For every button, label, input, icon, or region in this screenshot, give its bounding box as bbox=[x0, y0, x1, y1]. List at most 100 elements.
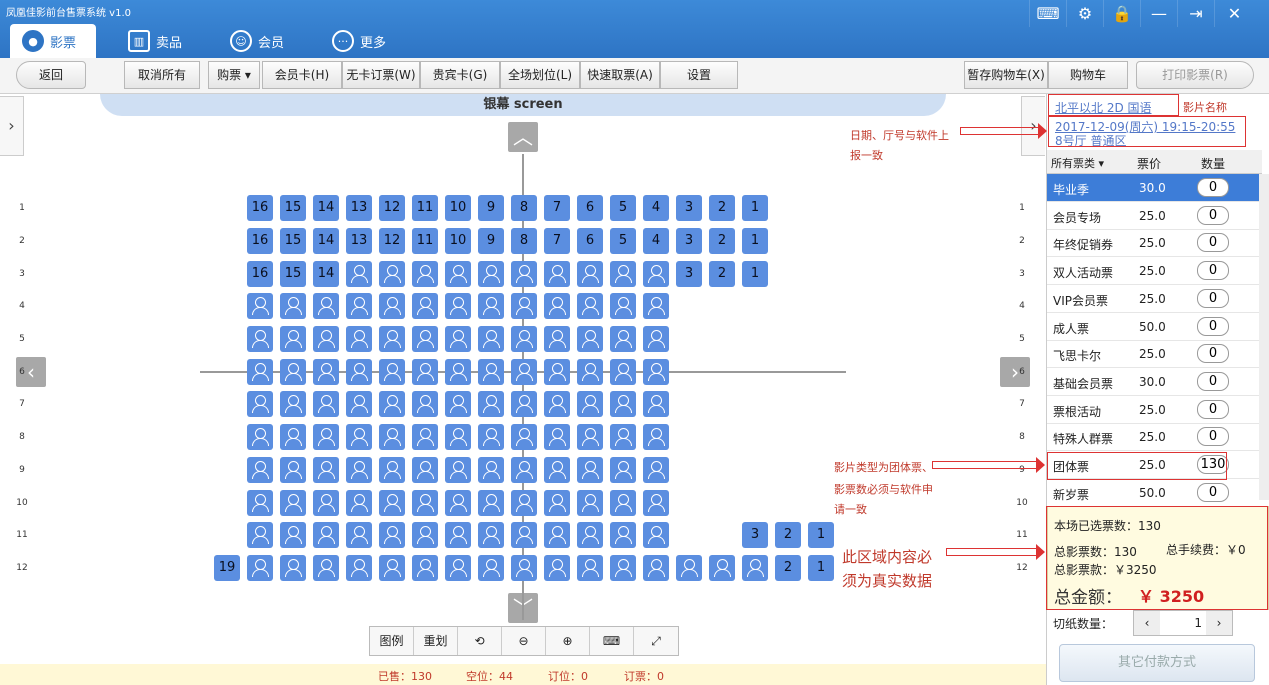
sold-seat[interactable] bbox=[346, 490, 372, 516]
sold-seat[interactable] bbox=[445, 490, 471, 516]
available-seat[interactable]: 3 bbox=[676, 228, 702, 254]
sold-seat[interactable] bbox=[544, 522, 570, 548]
ticket-qty-input[interactable]: 0 bbox=[1197, 205, 1229, 225]
sold-seat[interactable] bbox=[379, 457, 405, 483]
sold-seat[interactable] bbox=[280, 391, 306, 417]
available-seat[interactable]: 15 bbox=[280, 228, 306, 254]
sold-seat[interactable] bbox=[346, 261, 372, 287]
print-ticket-button[interactable]: 打印影票(R) bbox=[1136, 61, 1254, 89]
available-seat[interactable]: 3 bbox=[676, 261, 702, 287]
sold-seat[interactable] bbox=[247, 522, 273, 548]
rotate-icon[interactable]: ⟲ bbox=[458, 627, 502, 655]
available-seat[interactable]: 15 bbox=[280, 261, 306, 287]
sold-seat[interactable] bbox=[445, 293, 471, 319]
sold-seat[interactable] bbox=[610, 490, 636, 516]
available-seat[interactable]: 13 bbox=[346, 195, 372, 221]
available-seat[interactable]: 16 bbox=[247, 261, 273, 287]
available-seat[interactable]: 8 bbox=[511, 228, 537, 254]
buy-dropdown[interactable]: 购票 ▾ bbox=[208, 61, 260, 89]
ticket-type-row[interactable]: 毕业季 30.0 0 bbox=[1047, 174, 1259, 202]
sold-seat[interactable] bbox=[610, 293, 636, 319]
sold-seat[interactable] bbox=[478, 359, 504, 385]
available-seat[interactable]: 9 bbox=[478, 228, 504, 254]
sold-seat[interactable] bbox=[412, 293, 438, 319]
sold-seat[interactable] bbox=[742, 555, 768, 581]
available-seat[interactable]: 2 bbox=[709, 195, 735, 221]
sold-seat[interactable] bbox=[313, 424, 339, 450]
sold-seat[interactable] bbox=[544, 391, 570, 417]
sold-seat[interactable] bbox=[478, 326, 504, 352]
minimize-icon[interactable]: — bbox=[1140, 0, 1177, 27]
sold-seat[interactable] bbox=[412, 522, 438, 548]
sold-seat[interactable] bbox=[247, 293, 273, 319]
sold-seat[interactable] bbox=[511, 490, 537, 516]
available-seat[interactable]: 2 bbox=[775, 555, 801, 581]
sold-seat[interactable] bbox=[643, 359, 669, 385]
sold-seat[interactable] bbox=[247, 555, 273, 581]
tab-concessions[interactable]: ▥ 卖品 bbox=[116, 24, 194, 58]
sold-seat[interactable] bbox=[676, 555, 702, 581]
sold-seat[interactable] bbox=[445, 261, 471, 287]
sold-seat[interactable] bbox=[511, 326, 537, 352]
sold-seat[interactable] bbox=[478, 457, 504, 483]
sold-seat[interactable] bbox=[643, 261, 669, 287]
sold-seat[interactable] bbox=[511, 457, 537, 483]
sold-seat[interactable] bbox=[346, 555, 372, 581]
sold-seat[interactable] bbox=[478, 261, 504, 287]
sold-seat[interactable] bbox=[346, 359, 372, 385]
ticket-type-row[interactable]: 票根活动 25.0 0 bbox=[1047, 396, 1259, 424]
zoom-out-icon[interactable]: ⊖ bbox=[502, 627, 546, 655]
available-seat[interactable]: 6 bbox=[577, 228, 603, 254]
sold-seat[interactable] bbox=[544, 293, 570, 319]
expand-left-icon[interactable]: › bbox=[0, 96, 24, 156]
available-seat[interactable]: 9 bbox=[478, 195, 504, 221]
sold-seat[interactable] bbox=[445, 326, 471, 352]
available-seat[interactable]: 11 bbox=[412, 195, 438, 221]
sold-seat[interactable] bbox=[643, 457, 669, 483]
sold-seat[interactable] bbox=[280, 424, 306, 450]
sold-seat[interactable] bbox=[313, 490, 339, 516]
legend-button[interactable]: 图例 bbox=[370, 627, 414, 655]
tab-more[interactable]: ··· 更多 bbox=[320, 24, 398, 58]
sold-seat[interactable] bbox=[643, 555, 669, 581]
ticket-qty-input[interactable]: 0 bbox=[1197, 261, 1229, 281]
sold-seat[interactable] bbox=[445, 391, 471, 417]
sold-seat[interactable] bbox=[445, 555, 471, 581]
increment-icon[interactable]: › bbox=[1206, 611, 1232, 635]
available-seat[interactable]: 10 bbox=[445, 228, 471, 254]
sold-seat[interactable] bbox=[412, 457, 438, 483]
sold-seat[interactable] bbox=[280, 490, 306, 516]
available-seat[interactable]: 4 bbox=[643, 195, 669, 221]
sold-seat[interactable] bbox=[280, 522, 306, 548]
sold-seat[interactable] bbox=[478, 391, 504, 417]
sold-seat[interactable] bbox=[379, 391, 405, 417]
back-button[interactable]: 返回 bbox=[16, 61, 86, 89]
available-seat[interactable]: 2 bbox=[709, 228, 735, 254]
available-seat[interactable]: 2 bbox=[709, 261, 735, 287]
available-seat[interactable]: 1 bbox=[808, 555, 834, 581]
sold-seat[interactable] bbox=[445, 522, 471, 548]
tab-members[interactable]: ☺ 会员 bbox=[218, 24, 296, 58]
sold-seat[interactable] bbox=[379, 490, 405, 516]
ticket-type-row[interactable]: 特殊人群票 25.0 0 bbox=[1047, 423, 1259, 452]
sold-seat[interactable] bbox=[478, 424, 504, 450]
available-seat[interactable]: 14 bbox=[313, 261, 339, 287]
sold-seat[interactable] bbox=[577, 424, 603, 450]
sold-seat[interactable] bbox=[313, 555, 339, 581]
ticket-qty-input[interactable]: 0 bbox=[1197, 178, 1229, 197]
sold-seat[interactable] bbox=[577, 326, 603, 352]
cart-button[interactable]: 购物车 bbox=[1048, 61, 1128, 89]
available-seat[interactable]: 4 bbox=[643, 228, 669, 254]
sold-seat[interactable] bbox=[379, 424, 405, 450]
sold-seat[interactable] bbox=[379, 522, 405, 548]
sold-seat[interactable] bbox=[412, 424, 438, 450]
sold-seat[interactable] bbox=[313, 326, 339, 352]
available-seat[interactable]: 5 bbox=[610, 228, 636, 254]
sold-seat[interactable] bbox=[346, 424, 372, 450]
sold-seat[interactable] bbox=[544, 261, 570, 287]
sold-seat[interactable] bbox=[379, 555, 405, 581]
sold-seat[interactable] bbox=[445, 457, 471, 483]
fullscreen-icon[interactable]: ⤢ bbox=[634, 627, 678, 655]
ticket-type-row[interactable]: 年终促销券 25.0 0 bbox=[1047, 229, 1259, 258]
available-seat[interactable]: 19 bbox=[214, 555, 240, 581]
